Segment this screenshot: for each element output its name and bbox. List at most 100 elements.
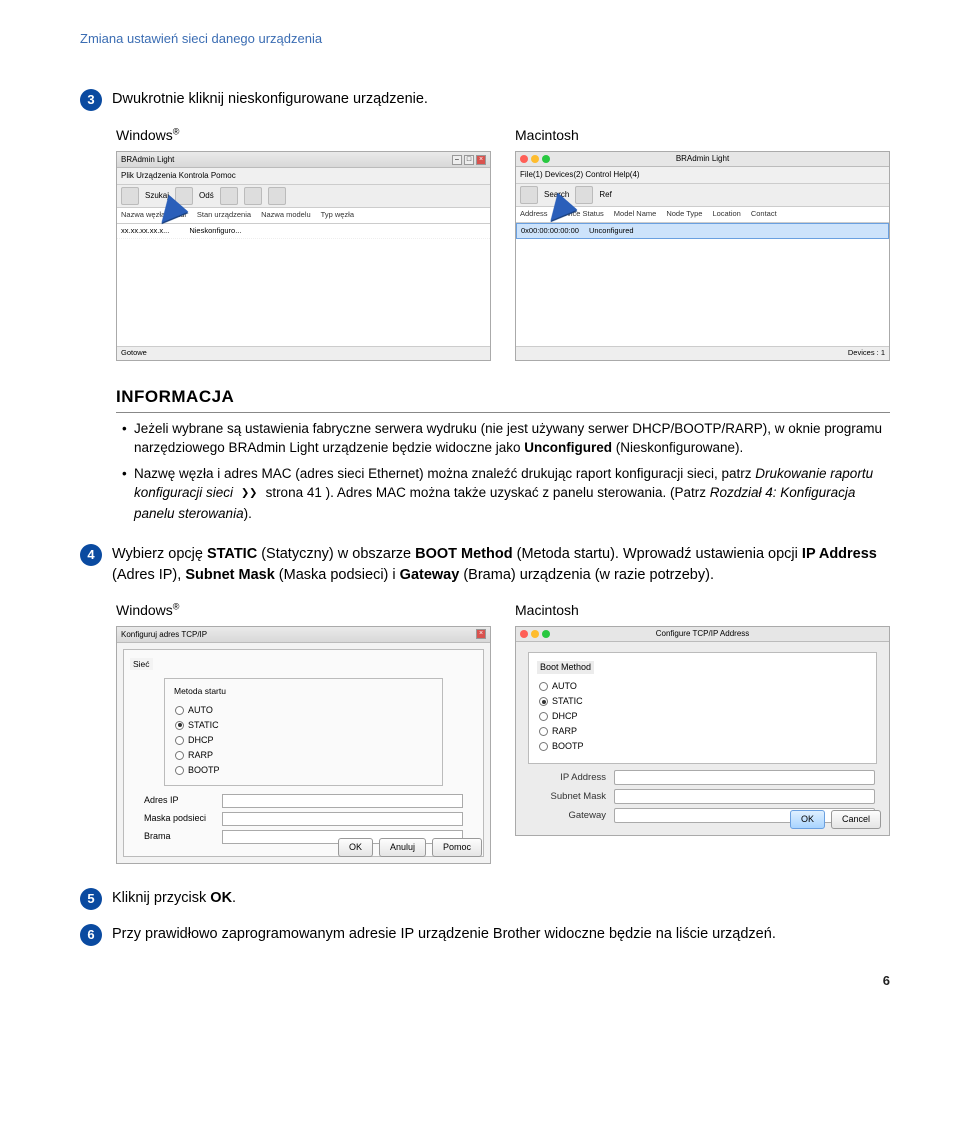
windows-text: Windows [116,127,173,143]
radio-static[interactable]: STATIC [175,719,432,732]
radio-label: DHCP [188,734,214,747]
mask-input[interactable] [614,789,875,804]
radio-dhcp[interactable]: DHCP [539,710,866,723]
dlg-net-group: Sieć Metoda startu AUTO STATIC DHCP RARP… [123,649,484,857]
radio-static[interactable]: STATIC [539,695,866,708]
toolbar-icon[interactable] [220,187,238,205]
step-6: 6 Przy prawidłowo zaprogramowanym adresi… [80,924,890,946]
ip-input[interactable] [614,770,875,785]
os-label-windows: Windows® [116,125,491,145]
t: STATIC [207,546,257,562]
help-button[interactable]: Pomoc [432,838,482,857]
radio-auto[interactable]: AUTO [539,680,866,693]
radio-dhcp[interactable]: DHCP [175,734,432,747]
field-label: Maska podsieci [144,812,214,825]
mac-window-controls[interactable] [520,630,550,638]
win-body: xx.xx.xx.xx.x... Nieskonfiguro... [117,224,490,354]
method-label: Metoda startu [171,685,229,697]
radio-bootp[interactable]: BOOTP [539,740,866,753]
step-3-text: Dwukrotnie kliknij nieskonfigurowane urz… [112,89,890,110]
info-text: strona 41 ). Adres MAC można także uzysk… [266,485,710,500]
info-bold: Unconfigured [524,440,612,455]
t: (Maska podsieci) i [275,567,400,583]
col-header: Location [712,209,740,220]
mac-statusbar: Devices : 1 [516,346,889,360]
mac-body: 0x00:00:00:00:00 Unconfigured [516,223,889,353]
cancel-button[interactable]: Cancel [831,810,881,829]
close-icon[interactable]: × [476,629,486,639]
search-icon[interactable] [121,187,139,205]
ok-button[interactable]: OK [790,810,825,829]
t: (Brama) urządzenia (w razie potrzeby). [459,567,714,583]
step-5-text: Kliknij przycisk OK. [112,888,890,909]
toolbar-icon[interactable] [268,187,286,205]
mac-toolbar: Search Ref [516,184,889,207]
screenshots-row-2: Windows® Konfiguruj adres TCP/IP × Sieć … [116,600,890,864]
t: BOOT Method [415,546,512,562]
radio-label: RARP [552,725,577,738]
refresh-icon[interactable] [575,186,593,204]
mac-tcpip-dialog: Configure TCP/IP Address Boot Method AUT… [515,626,890,836]
t: OK [210,890,232,906]
col-header: Nazwa węzła [121,210,165,221]
col-header: Contact [751,209,777,220]
step-5: 5 Kliknij przycisk OK. [80,888,890,910]
windows-text: Windows [116,602,173,618]
step-6-text: Przy prawidłowo zaprogramowanym adresie … [112,924,890,945]
win-window-controls[interactable]: –□× [452,155,486,165]
mac-bradmin-window: BRAdmin Light File(1) Devices(2) Control… [515,151,890,361]
dlg-title: Konfiguruj adres TCP/IP [121,629,207,641]
step-3: 3 Dwukrotnie kliknij nieskonfigurowane u… [80,89,890,111]
info-text: Jeżeli wybrane są ustawienia fabryczne s… [134,421,882,456]
toolbar-icon[interactable] [244,187,262,205]
radio-label: AUTO [552,680,577,693]
info-heading: INFORMACJA [116,385,890,413]
info-bullet-1: Jeżeli wybrane są ustawienia fabryczne s… [122,419,890,458]
table-row[interactable]: 0x00:00:00:00:00 Unconfigured [516,223,889,240]
win-column-headers: Nazwa węzła Adr Stan urządzenia Nazwa mo… [117,208,490,224]
col-header: Device Status [558,209,604,220]
win-title: BRAdmin Light [121,154,174,166]
field-label: Adres IP [144,794,214,807]
radio-auto[interactable]: AUTO [175,704,432,717]
col-header: Typ węzła [321,210,354,221]
dlg-buttons: OK Anuluj Pomoc [338,838,482,857]
step-3-num: 3 [80,89,102,111]
mac-window-controls[interactable] [520,155,550,163]
radio-label: STATIC [552,695,583,708]
radio-label: BOOTP [552,740,584,753]
search-icon[interactable] [520,186,538,204]
step-5-num: 5 [80,888,102,910]
cell: Nieskonfiguro... [189,226,241,237]
radio-rarp[interactable]: RARP [539,725,866,738]
mask-input[interactable] [222,812,463,826]
radio-label: DHCP [552,710,578,723]
cell: Unconfigured [589,226,634,237]
radio-rarp[interactable]: RARP [175,749,432,762]
refresh-icon[interactable] [175,187,193,205]
table-row[interactable]: xx.xx.xx.xx.x... Nieskonfiguro... [117,224,490,240]
win-menubar[interactable]: Plik Urządzenia Kontrola Pomoc [117,168,490,185]
mask-field: Maska podsieci [144,812,463,826]
page-header: Zmiana ustawień sieci danego urządzenia [80,30,890,49]
mac-menubar[interactable]: File(1) Devices(2) Control Help(4) [516,167,889,184]
ok-button[interactable]: OK [338,838,373,857]
screenshots-row-1: Windows® BRAdmin Light –□× Plik Urządzen… [116,125,890,361]
radio-label: STATIC [188,719,219,732]
t: IP Address [802,546,877,562]
radio-bootp[interactable]: BOOTP [175,764,432,777]
ip-input[interactable] [222,794,463,808]
group-label: Boot Method [537,661,594,674]
reg-mark: ® [173,126,180,136]
info-text: Nazwę węzła i adres MAC (adres sieci Eth… [134,466,755,481]
field-label: Brama [144,830,214,843]
win-toolbar: Szukaj Odś [117,185,490,208]
os-label-windows: Windows® [116,600,491,620]
mac-column-headers: Address Device Status Model Name Node Ty… [516,207,889,223]
cancel-button[interactable]: Anuluj [379,838,426,857]
win-statusbar: Gotowe [117,346,490,360]
radio-label: AUTO [188,704,213,717]
search-label: Search [544,189,569,201]
mac-title: BRAdmin Light [676,153,729,165]
col-header: Adr [175,210,187,221]
